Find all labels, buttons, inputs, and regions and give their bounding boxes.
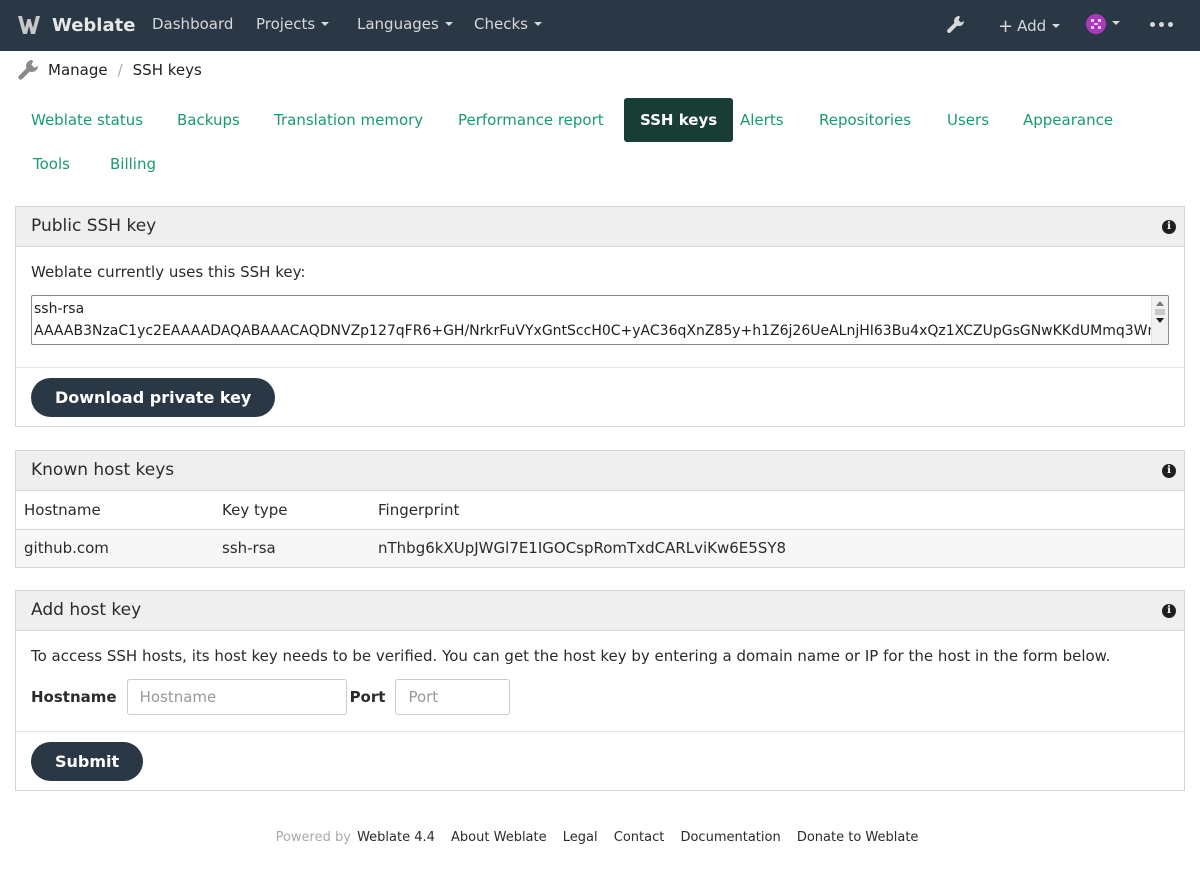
tab-performance-report[interactable]: Performance report	[442, 98, 620, 142]
user-avatar	[1086, 14, 1106, 34]
tab-translation-memory[interactable]: Translation memory	[258, 98, 439, 142]
known-host-keys-panel: Known host keys i Hostname Key type Fing…	[15, 450, 1185, 568]
panel-header: Known host keys i	[16, 451, 1184, 491]
panel-footer: Download private key	[16, 367, 1184, 427]
nav-projects-dropdown[interactable]: Projects	[256, 15, 330, 33]
page-footer: Powered by Weblate 4.4 About Weblate Leg…	[0, 830, 1200, 845]
breadcrumb-separator: /	[117, 61, 123, 79]
panel-title: Public SSH key	[31, 216, 157, 236]
tab-weblate-status[interactable]: Weblate status	[15, 98, 159, 142]
ellipsis-icon[interactable]	[1150, 15, 1173, 27]
caret-down-icon	[1052, 23, 1061, 28]
footer-link-legal[interactable]: Legal	[563, 830, 598, 845]
ssh-key-line: AAAAB3NzaC1yc2EAAAADAQABAAACAQDNVZp127qF…	[34, 323, 1169, 339]
footer-link-contact[interactable]: Contact	[614, 830, 665, 845]
port-label: Port	[349, 688, 386, 706]
add-label: Add	[1017, 17, 1047, 35]
cell-key-type: ssh-rsa	[214, 529, 370, 567]
caret-down-icon	[1112, 21, 1120, 25]
tab-billing[interactable]: Billing	[94, 142, 172, 186]
panel-title: Add host key	[31, 600, 142, 620]
port-input[interactable]: Port	[395, 679, 511, 715]
panel-header: Add host key i	[16, 591, 1184, 631]
top-navbar: Weblate Dashboard Projects Languages Che…	[0, 0, 1200, 51]
powered-by-text: Powered by	[275, 830, 351, 845]
tab-alerts[interactable]: Alerts	[724, 98, 800, 142]
tab-backups[interactable]: Backups	[161, 98, 256, 142]
ssh-key-line: ssh-rsa	[34, 301, 85, 317]
wrench-icon	[18, 60, 38, 80]
tab-ssh-keys[interactable]: SSH keys	[624, 98, 734, 142]
plus-icon: +	[998, 16, 1014, 37]
add-host-key-panel: Add host key i To access SSH hosts, its …	[15, 590, 1185, 791]
hostname-input[interactable]: Hostname	[126, 679, 347, 715]
panel-title: Known host keys	[31, 460, 175, 480]
scroll-up-icon	[1156, 301, 1164, 306]
ssh-key-description: Weblate currently uses this SSH key:	[31, 263, 306, 281]
footer-link-donate[interactable]: Donate to Weblate	[797, 830, 919, 845]
caret-down-icon	[321, 21, 330, 26]
nav-dashboard[interactable]: Dashboard	[152, 15, 233, 33]
tab-repositories[interactable]: Repositories	[803, 98, 927, 142]
cell-fingerprint: nThbg6kXUpJWGl7E1IGOCspRomTxdCARLviKw6E5…	[370, 529, 1184, 567]
info-icon[interactable]: i	[1162, 604, 1176, 618]
breadcrumb-manage[interactable]: Manage	[48, 61, 108, 79]
footer-link-about[interactable]: About Weblate	[451, 830, 547, 845]
breadcrumb: Manage / SSH keys	[16, 58, 202, 82]
nav-projects-label: Projects	[256, 15, 316, 33]
breadcrumb-ssh-keys[interactable]: SSH keys	[133, 61, 202, 79]
hostname-label: Hostname	[31, 688, 117, 706]
host-keys-table: Hostname Key type Fingerprint github.com…	[16, 491, 1184, 567]
add-dropdown[interactable]: + Add	[998, 15, 1061, 37]
add-host-form: Hostname Hostname Port Port	[31, 679, 1169, 715]
column-header-fingerprint: Fingerprint	[370, 491, 1184, 530]
wrench-icon[interactable]	[945, 14, 967, 36]
weblate-logo-icon	[18, 16, 40, 34]
nav-languages-dropdown[interactable]: Languages	[357, 15, 453, 33]
tab-users[interactable]: Users	[931, 98, 1005, 142]
public-ssh-key-panel: Public SSH key i Weblate currently uses …	[15, 206, 1185, 427]
user-menu[interactable]	[1086, 14, 1120, 34]
add-host-description: To access SSH hosts, its host key needs …	[31, 647, 1111, 665]
ssh-key-textarea[interactable]: ssh-rsa AAAAB3NzaC1yc2EAAAADAQABAAACAQDN…	[31, 295, 1169, 345]
submit-button[interactable]: Submit	[31, 742, 144, 781]
brand-name: Weblate	[52, 14, 136, 36]
table-row: github.com ssh-rsa nThbg6kXUpJWGl7E1IGOC…	[16, 529, 1184, 567]
panel-body: Weblate currently uses this SSH key: ssh…	[16, 247, 1184, 367]
brand-link[interactable]: Weblate	[16, 13, 135, 37]
column-header-hostname: Hostname	[16, 491, 214, 530]
table-header-row: Hostname Key type Fingerprint	[16, 491, 1184, 530]
footer-link-weblate-version[interactable]: Weblate 4.4	[357, 830, 435, 845]
tab-tools[interactable]: Tools	[17, 142, 86, 186]
nav-checks-label: Checks	[474, 15, 528, 33]
column-header-key-type: Key type	[214, 491, 370, 530]
caret-down-icon	[444, 21, 453, 26]
footer-link-documentation[interactable]: Documentation	[680, 830, 780, 845]
panel-body: To access SSH hosts, its host key needs …	[16, 631, 1184, 731]
info-icon[interactable]: i	[1162, 464, 1176, 478]
scrollbar[interactable]	[1151, 296, 1168, 344]
download-private-key-button[interactable]: Download private key	[31, 378, 276, 417]
info-icon[interactable]: i	[1162, 220, 1176, 234]
panel-footer: Submit	[16, 731, 1184, 791]
tab-appearance[interactable]: Appearance	[1007, 98, 1129, 142]
nav-languages-label: Languages	[357, 15, 439, 33]
caret-down-icon	[533, 21, 542, 26]
panel-header: Public SSH key i	[16, 207, 1184, 247]
scroll-down-icon	[1156, 318, 1164, 323]
nav-checks-dropdown[interactable]: Checks	[474, 15, 542, 33]
cell-hostname: github.com	[16, 529, 214, 567]
